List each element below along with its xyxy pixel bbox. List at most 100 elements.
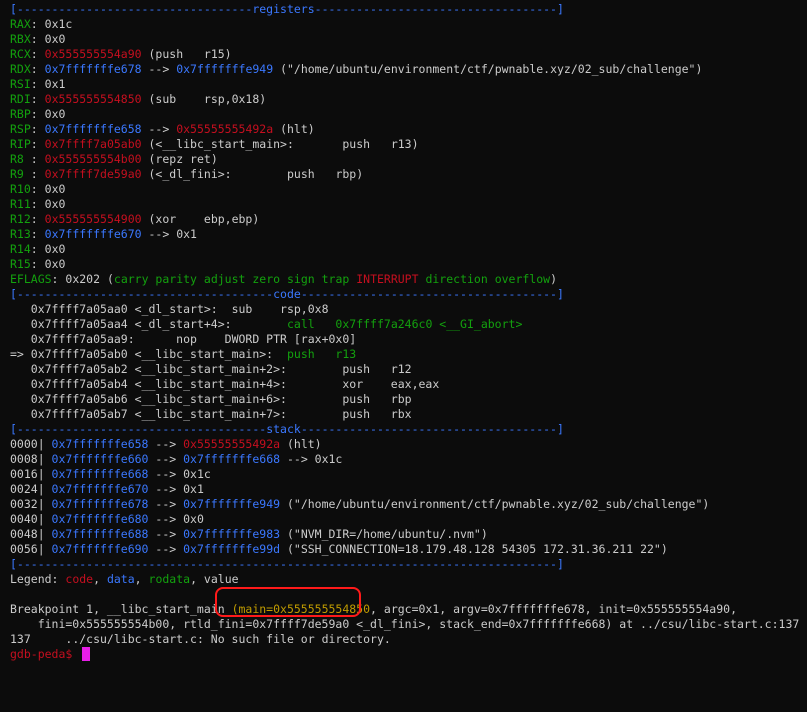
- breakpoint-prefix: Breakpoint 1, __libc_start_main: [10, 602, 232, 616]
- pointer-arrow: -->: [148, 542, 184, 556]
- register-value: 0x7ffff7de59a0: [44, 167, 142, 181]
- stack-target: 0x7fffffffe949: [183, 497, 281, 511]
- register-value: 0x0: [44, 197, 66, 211]
- register-detail: (xor ebp,ebp): [141, 212, 260, 226]
- line-prefix: [10, 302, 31, 316]
- breakpoint-line: Breakpoint 1, __libc_start_main (main=0x…: [10, 602, 807, 617]
- register-name: RSI: [10, 77, 31, 91]
- pointer-arrow: -->: [141, 227, 177, 241]
- register-rbx: RBX: 0x0: [10, 32, 807, 47]
- stack-row: 0000| 0x7fffffffe658 --> 0x55555555492a …: [10, 437, 807, 452]
- instruction-highlight: call 0x7ffff7a246c0 <__GI_abort>: [286, 317, 523, 331]
- legend-sep: ,: [190, 572, 204, 586]
- line-prefix: [10, 362, 31, 376]
- stack-detail: ("/home/ubuntu/environment/ctf/pwnable.x…: [280, 497, 710, 511]
- stack-row: 0056| 0x7fffffffe690 --> 0x7fffffffe99d …: [10, 542, 807, 557]
- legend-value: value: [203, 572, 239, 586]
- register-sep: :: [30, 17, 45, 31]
- legend-code: code: [65, 572, 94, 586]
- register-sep: :: [30, 32, 45, 46]
- register-value: 0x1: [44, 77, 66, 91]
- register-detail: (hlt): [273, 122, 315, 136]
- pointer-arrow: -->: [148, 467, 184, 481]
- stack-address: 0x7fffffffe678: [44, 497, 149, 511]
- stack-address: 0x7fffffffe668: [44, 467, 149, 481]
- register-name: R11: [10, 197, 31, 211]
- register-sep: :: [30, 227, 45, 241]
- register-value: 0x555555554900: [44, 212, 142, 226]
- stack-address: 0x7fffffffe670: [44, 482, 149, 496]
- register-sep: :: [30, 152, 45, 166]
- stack-offset: 0024|: [10, 482, 45, 496]
- line-prefix: [10, 332, 31, 346]
- register-detail: (<__libc_start_main>: push r13): [141, 137, 419, 151]
- flag-set: INTERRUPT: [356, 272, 419, 286]
- paren-open: (: [100, 272, 114, 286]
- register-name: R8: [10, 152, 31, 166]
- stack-detail: ("NVM_DIR=/home/ubuntu/.nvm"): [280, 527, 488, 541]
- stack-row: 0008| 0x7fffffffe660 --> 0x7fffffffe668 …: [10, 452, 807, 467]
- register-detail: ("/home/ubuntu/environment/ctf/pwnable.x…: [273, 62, 703, 76]
- register-detail: (push r15): [141, 47, 232, 61]
- stack-row: 0040| 0x7fffffffe680 --> 0x0: [10, 512, 807, 527]
- register-name: RDI: [10, 92, 31, 106]
- register-eflags: EFLAGS: 0x202 (carry parity adjust zero …: [10, 272, 807, 287]
- code-line: 0x7ffff7a05aa0 <_dl_start>: sub rsp,0x8: [10, 302, 807, 317]
- register-r9: R9 : 0x7ffff7de59a0 (<_dl_fini>: push rb…: [10, 167, 807, 182]
- stack-address: 0x7fffffffe688: [44, 527, 149, 541]
- line-prefix: [10, 407, 31, 421]
- legend-sep: ,: [134, 572, 149, 586]
- stack-row: 0032| 0x7fffffffe678 --> 0x7fffffffe949 …: [10, 497, 807, 512]
- gdb-prompt: gdb-peda$: [10, 647, 80, 661]
- code-line: 0x7ffff7a05ab6 <__libc_start_main+6>: pu…: [10, 392, 807, 407]
- terminal-window[interactable]: [----------------------------------regis…: [0, 0, 807, 662]
- separator-left: [-------------------------------------: [10, 287, 274, 301]
- source-not-found-message: 137 ../csu/libc-start.c: No such file or…: [10, 632, 391, 646]
- register-r8: R8 : 0x555555554b00 (repz ret): [10, 152, 807, 167]
- pointer-arrow: -->: [148, 452, 184, 466]
- current-instruction-arrow: =>: [10, 347, 31, 361]
- register-sep: :: [30, 182, 45, 196]
- register-sep: :: [30, 242, 45, 256]
- stack-value: 0x1: [183, 482, 204, 496]
- register-name: RDX: [10, 62, 31, 76]
- stack-value: 0x0: [183, 512, 204, 526]
- register-name: RBP: [10, 107, 31, 121]
- register-sep: :: [30, 77, 45, 91]
- instruction-text: 0x7ffff7a05aa9: nop DWORD PTR [rax+0x0]: [30, 332, 357, 346]
- pointer-arrow: -->: [148, 482, 184, 496]
- code-line: 0x7ffff7a05aa9: nop DWORD PTR [rax+0x0]: [10, 332, 807, 347]
- stack-target: 0x55555555492a: [183, 437, 281, 451]
- stack-title: stack: [266, 422, 301, 436]
- stack-target: 0x7fffffffe99d: [183, 542, 281, 556]
- gdb-prompt-line[interactable]: gdb-peda$: [10, 647, 807, 662]
- register-name: R13: [10, 227, 31, 241]
- stack-value: 0x1c: [183, 467, 211, 481]
- register-sep: :: [30, 197, 45, 211]
- code-line: 0x7ffff7a05aa4 <_dl_start+4>: call 0x7ff…: [10, 317, 807, 332]
- register-sep: :: [30, 137, 45, 151]
- line-prefix: [10, 392, 31, 406]
- instruction-text: 0x7ffff7a05ab4 <__libc_start_main+4>: xo…: [30, 377, 440, 391]
- stack-row: 0016| 0x7fffffffe668 --> 0x1c: [10, 467, 807, 482]
- line-prefix: [10, 317, 31, 331]
- register-target: 0x1: [176, 227, 197, 241]
- legend-rodata: rodata: [148, 572, 191, 586]
- instruction-text: 0x7ffff7a05ab0 <__libc_start_main>:: [30, 347, 287, 361]
- register-r12: R12: 0x555555554900 (xor ebp,ebp): [10, 212, 807, 227]
- stack-offset: 0032|: [10, 497, 45, 511]
- stack-address: 0x7fffffffe660: [44, 452, 149, 466]
- register-value: 0x0: [44, 182, 66, 196]
- register-name: R15: [10, 257, 31, 271]
- code-line: 0x7ffff7a05ab7 <__libc_start_main+7>: pu…: [10, 407, 807, 422]
- register-sep: :: [30, 62, 45, 76]
- register-rdx: RDX: 0x7fffffffe678 --> 0x7fffffffe949 (…: [10, 62, 807, 77]
- main-argument: (main=0x555555554850: [231, 602, 371, 616]
- register-value: 0x555555554a90: [44, 47, 142, 61]
- register-name: R9: [10, 167, 31, 181]
- register-value: 0x7fffffffe678: [44, 62, 142, 76]
- stack-address: 0x7fffffffe680: [44, 512, 149, 526]
- separator-right: -----------------------------------]: [314, 2, 564, 16]
- pointer-arrow: -->: [141, 62, 177, 76]
